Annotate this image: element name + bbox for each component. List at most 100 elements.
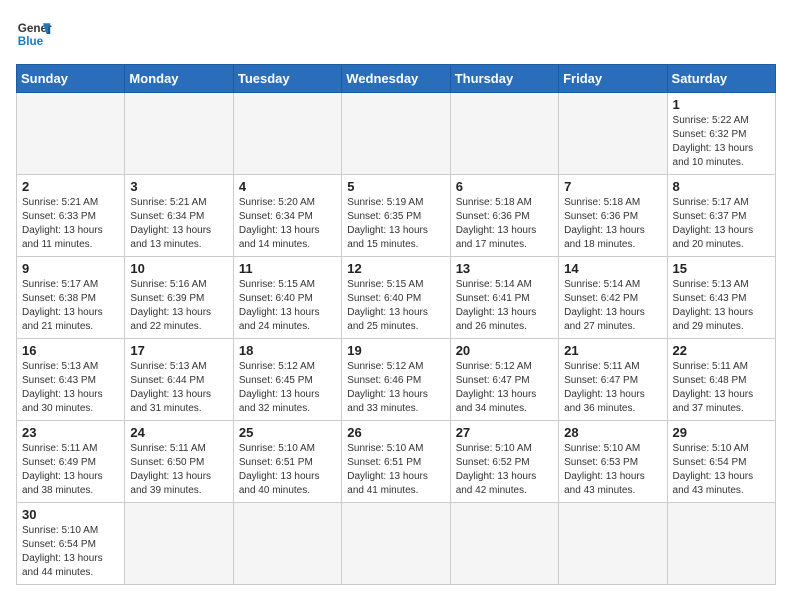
calendar-cell: 10 Sunrise: 5:16 AM Sunset: 6:39 PM Dayli… bbox=[125, 257, 233, 339]
day-number: 18 bbox=[239, 343, 336, 358]
day-number: 7 bbox=[564, 179, 661, 194]
day-number: 14 bbox=[564, 261, 661, 276]
calendar-cell: 12 Sunrise: 5:15 AM Sunset: 6:40 PM Dayli… bbox=[342, 257, 450, 339]
calendar-cell bbox=[125, 93, 233, 175]
calendar-cell: 3 Sunrise: 5:21 AM Sunset: 6:34 PM Daylig… bbox=[125, 175, 233, 257]
day-number: 29 bbox=[673, 425, 770, 440]
day-number: 6 bbox=[456, 179, 553, 194]
day-info: Sunrise: 5:15 AM Sunset: 6:40 PM Dayligh… bbox=[239, 278, 336, 334]
day-number: 27 bbox=[456, 425, 553, 440]
day-number: 1 bbox=[673, 97, 770, 112]
calendar-cell bbox=[233, 503, 341, 585]
day-info: Sunrise: 5:12 AM Sunset: 6:45 PM Dayligh… bbox=[239, 360, 336, 416]
day-info: Sunrise: 5:11 AM Sunset: 6:47 PM Dayligh… bbox=[564, 360, 661, 416]
day-info: Sunrise: 5:13 AM Sunset: 6:44 PM Dayligh… bbox=[130, 360, 227, 416]
calendar-cell: 25 Sunrise: 5:10 AM Sunset: 6:51 PM Dayli… bbox=[233, 421, 341, 503]
day-info: Sunrise: 5:11 AM Sunset: 6:48 PM Dayligh… bbox=[673, 360, 770, 416]
day-info: Sunrise: 5:18 AM Sunset: 6:36 PM Dayligh… bbox=[564, 196, 661, 252]
calendar-cell: 26 Sunrise: 5:10 AM Sunset: 6:51 PM Dayli… bbox=[342, 421, 450, 503]
day-number: 28 bbox=[564, 425, 661, 440]
day-number: 21 bbox=[564, 343, 661, 358]
calendar-cell: 13Sunrise: 5:14 AM Sunset: 6:41 PM Dayli… bbox=[450, 257, 558, 339]
day-info: Sunrise: 5:17 AM Sunset: 6:37 PM Dayligh… bbox=[673, 196, 770, 252]
week-row-1: 2 Sunrise: 5:21 AM Sunset: 6:33 PM Daylig… bbox=[17, 175, 776, 257]
calendar-cell: 30 Sunrise: 5:10 AM Sunset: 6:54 PM Dayli… bbox=[17, 503, 125, 585]
day-info: Sunrise: 5:22 AM Sunset: 6:32 PM Dayligh… bbox=[673, 114, 770, 170]
day-info: Sunrise: 5:21 AM Sunset: 6:34 PM Dayligh… bbox=[130, 196, 227, 252]
calendar-cell: 18 Sunrise: 5:12 AM Sunset: 6:45 PM Dayli… bbox=[233, 339, 341, 421]
day-number: 22 bbox=[673, 343, 770, 358]
calendar-cell bbox=[342, 93, 450, 175]
day-info: Sunrise: 5:12 AM Sunset: 6:47 PM Dayligh… bbox=[456, 360, 553, 416]
calendar-cell bbox=[125, 503, 233, 585]
day-info: Sunrise: 5:10 AM Sunset: 6:51 PM Dayligh… bbox=[239, 442, 336, 498]
weekday-header-sunday: Sunday bbox=[17, 65, 125, 93]
calendar-cell: 22 Sunrise: 5:11 AM Sunset: 6:48 PM Dayli… bbox=[667, 339, 775, 421]
day-info: Sunrise: 5:10 AM Sunset: 6:54 PM Dayligh… bbox=[22, 524, 119, 580]
day-number: 13 bbox=[456, 261, 553, 276]
weekday-header-thursday: Thursday bbox=[450, 65, 558, 93]
week-row-2: 9 Sunrise: 5:17 AM Sunset: 6:38 PM Daylig… bbox=[17, 257, 776, 339]
day-number: 12 bbox=[347, 261, 444, 276]
day-info: Sunrise: 5:10 AM Sunset: 6:54 PM Dayligh… bbox=[673, 442, 770, 498]
day-number: 3 bbox=[130, 179, 227, 194]
calendar-cell bbox=[667, 503, 775, 585]
day-info: Sunrise: 5:10 AM Sunset: 6:52 PM Dayligh… bbox=[456, 442, 553, 498]
calendar-cell: 9 Sunrise: 5:17 AM Sunset: 6:38 PM Daylig… bbox=[17, 257, 125, 339]
calendar-cell: 24Sunrise: 5:11 AM Sunset: 6:50 PM Dayli… bbox=[125, 421, 233, 503]
calendar-cell: 20Sunrise: 5:12 AM Sunset: 6:47 PM Dayli… bbox=[450, 339, 558, 421]
weekday-header-friday: Friday bbox=[559, 65, 667, 93]
day-number: 23 bbox=[22, 425, 119, 440]
calendar-cell: 15 Sunrise: 5:13 AM Sunset: 6:43 PM Dayli… bbox=[667, 257, 775, 339]
day-info: Sunrise: 5:10 AM Sunset: 6:53 PM Dayligh… bbox=[564, 442, 661, 498]
weekday-header-monday: Monday bbox=[125, 65, 233, 93]
day-info: Sunrise: 5:21 AM Sunset: 6:33 PM Dayligh… bbox=[22, 196, 119, 252]
day-info: Sunrise: 5:10 AM Sunset: 6:51 PM Dayligh… bbox=[347, 442, 444, 498]
week-row-3: 16Sunrise: 5:13 AM Sunset: 6:43 PM Dayli… bbox=[17, 339, 776, 421]
calendar-table: SundayMondayTuesdayWednesdayThursdayFrid… bbox=[16, 64, 776, 585]
day-number: 10 bbox=[130, 261, 227, 276]
svg-text:Blue: Blue bbox=[18, 35, 44, 48]
weekday-header-row: SundayMondayTuesdayWednesdayThursdayFrid… bbox=[17, 65, 776, 93]
weekday-header-tuesday: Tuesday bbox=[233, 65, 341, 93]
day-info: Sunrise: 5:11 AM Sunset: 6:49 PM Dayligh… bbox=[22, 442, 119, 498]
weekday-header-wednesday: Wednesday bbox=[342, 65, 450, 93]
calendar-cell bbox=[450, 503, 558, 585]
calendar-cell: 19Sunrise: 5:12 AM Sunset: 6:46 PM Dayli… bbox=[342, 339, 450, 421]
calendar-cell: 7 Sunrise: 5:18 AM Sunset: 6:36 PM Daylig… bbox=[559, 175, 667, 257]
logo-icon: General Blue bbox=[16, 16, 52, 52]
week-row-0: 1 Sunrise: 5:22 AM Sunset: 6:32 PM Daylig… bbox=[17, 93, 776, 175]
week-row-4: 23 Sunrise: 5:11 AM Sunset: 6:49 PM Dayli… bbox=[17, 421, 776, 503]
day-number: 9 bbox=[22, 261, 119, 276]
calendar-cell: 11Sunrise: 5:15 AM Sunset: 6:40 PM Dayli… bbox=[233, 257, 341, 339]
calendar-cell bbox=[17, 93, 125, 175]
calendar-cell: 6 Sunrise: 5:18 AM Sunset: 6:36 PM Daylig… bbox=[450, 175, 558, 257]
calendar-cell: 8 Sunrise: 5:17 AM Sunset: 6:37 PM Daylig… bbox=[667, 175, 775, 257]
day-info: Sunrise: 5:15 AM Sunset: 6:40 PM Dayligh… bbox=[347, 278, 444, 334]
day-number: 2 bbox=[22, 179, 119, 194]
calendar-cell: 17Sunrise: 5:13 AM Sunset: 6:44 PM Dayli… bbox=[125, 339, 233, 421]
day-number: 15 bbox=[673, 261, 770, 276]
week-row-5: 30 Sunrise: 5:10 AM Sunset: 6:54 PM Dayli… bbox=[17, 503, 776, 585]
day-info: Sunrise: 5:18 AM Sunset: 6:36 PM Dayligh… bbox=[456, 196, 553, 252]
calendar-cell: 1 Sunrise: 5:22 AM Sunset: 6:32 PM Daylig… bbox=[667, 93, 775, 175]
day-number: 4 bbox=[239, 179, 336, 194]
calendar-cell bbox=[559, 93, 667, 175]
day-info: Sunrise: 5:14 AM Sunset: 6:42 PM Dayligh… bbox=[564, 278, 661, 334]
day-number: 25 bbox=[239, 425, 336, 440]
calendar-cell: 23 Sunrise: 5:11 AM Sunset: 6:49 PM Dayli… bbox=[17, 421, 125, 503]
day-info: Sunrise: 5:16 AM Sunset: 6:39 PM Dayligh… bbox=[130, 278, 227, 334]
day-info: Sunrise: 5:12 AM Sunset: 6:46 PM Dayligh… bbox=[347, 360, 444, 416]
day-number: 8 bbox=[673, 179, 770, 194]
day-info: Sunrise: 5:17 AM Sunset: 6:38 PM Dayligh… bbox=[22, 278, 119, 334]
calendar-cell: 29 Sunrise: 5:10 AM Sunset: 6:54 PM Dayli… bbox=[667, 421, 775, 503]
day-number: 30 bbox=[22, 507, 119, 522]
calendar-cell: 4Sunrise: 5:20 AM Sunset: 6:34 PM Daylig… bbox=[233, 175, 341, 257]
calendar-cell: 2 Sunrise: 5:21 AM Sunset: 6:33 PM Daylig… bbox=[17, 175, 125, 257]
day-info: Sunrise: 5:13 AM Sunset: 6:43 PM Dayligh… bbox=[673, 278, 770, 334]
calendar-cell bbox=[450, 93, 558, 175]
day-number: 26 bbox=[347, 425, 444, 440]
day-info: Sunrise: 5:13 AM Sunset: 6:43 PM Dayligh… bbox=[22, 360, 119, 416]
calendar-cell bbox=[559, 503, 667, 585]
calendar-cell: 27 Sunrise: 5:10 AM Sunset: 6:52 PM Dayli… bbox=[450, 421, 558, 503]
